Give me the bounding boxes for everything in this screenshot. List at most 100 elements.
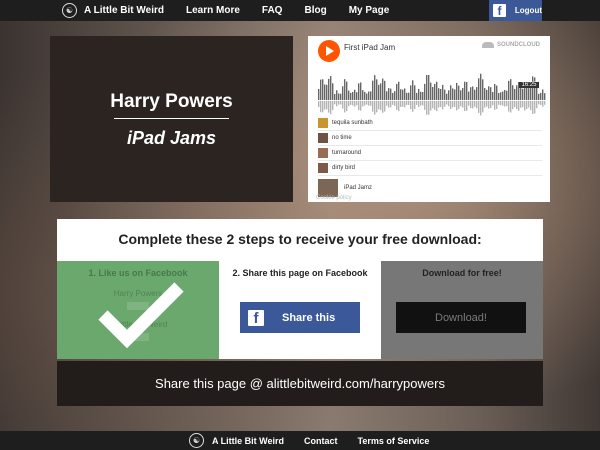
- waveform-bar: [514, 88, 516, 100]
- waveform-bar: [366, 93, 368, 100]
- waveform-bar-reflection: [464, 101, 466, 112]
- brand[interactable]: ☯ A Little Bit Weird: [62, 3, 164, 18]
- track-thumbnail: [318, 118, 328, 128]
- waveform-bar: [378, 84, 380, 100]
- waveform-bar-reflection: [432, 101, 434, 109]
- waveform-bar: [448, 90, 450, 100]
- waveform-bar-reflection: [318, 101, 320, 108]
- waveform-bar: [480, 73, 482, 100]
- waveform-bar-reflection: [514, 101, 516, 108]
- waveform-bar-reflection: [518, 101, 520, 111]
- nav-learn-more[interactable]: Learn More: [186, 5, 240, 16]
- track-thumbnail: [318, 148, 328, 158]
- waveform-bar: [510, 79, 512, 100]
- waveform-bar: [412, 80, 414, 100]
- nav-blog[interactable]: Blog: [304, 5, 326, 16]
- waveform-bar-reflection: [346, 101, 348, 112]
- album-title: iPad Jams: [126, 128, 217, 148]
- waveform-bar: [500, 92, 502, 100]
- waveform-bar-reflection: [402, 101, 404, 107]
- track-row[interactable]: turnaround: [318, 146, 542, 161]
- share-url-banner: Share this page @ alittlebitweird.com/ha…: [57, 361, 543, 406]
- waveform-bar-reflection: [320, 101, 322, 113]
- footer-terms-link[interactable]: Terms of Service: [358, 436, 430, 446]
- track-title[interactable]: First iPad Jam: [344, 43, 395, 52]
- waveform-bar: [338, 93, 340, 100]
- waveform-bar-reflection: [492, 101, 494, 106]
- waveform-bar-reflection: [480, 101, 482, 116]
- play-icon[interactable]: [318, 40, 340, 62]
- waveform-bar: [450, 85, 452, 100]
- track-row[interactable]: dirty bird: [318, 161, 542, 176]
- waveform-bar-reflection: [520, 101, 522, 108]
- waveform-bar-reflection: [330, 101, 332, 115]
- waveform-bar: [392, 92, 394, 100]
- waveform-bar-reflection: [378, 101, 380, 110]
- waveform-bar-reflection: [428, 101, 430, 115]
- waveform-bar-reflection: [512, 101, 514, 110]
- waveform-bar-reflection: [472, 101, 474, 109]
- waveform-bar: [318, 89, 320, 100]
- cookie-policy-link[interactable]: Cookie policy: [316, 195, 352, 201]
- waveform-bar-reflection: [394, 101, 396, 106]
- waveform-bar-reflection: [406, 101, 408, 105]
- nav-my-page[interactable]: My Page: [349, 5, 390, 16]
- waveform-bar-reflection: [350, 101, 352, 105]
- facebook-share-button[interactable]: f Share this: [240, 302, 360, 333]
- waveform-bar: [330, 76, 332, 100]
- waveform-bar: [438, 88, 440, 100]
- share-button-label: Share this: [282, 311, 336, 324]
- waveform-bar-reflection: [462, 101, 464, 108]
- waveform-bar: [326, 84, 328, 100]
- footer-brand[interactable]: A Little Bit Weird: [212, 436, 284, 446]
- artist-name: Harry Powers: [110, 91, 233, 112]
- download-button[interactable]: Download!: [396, 302, 526, 333]
- waveform-bar-reflection: [340, 101, 342, 105]
- waveform-bar-reflection: [442, 101, 444, 110]
- track-name: dirty bird: [332, 165, 356, 171]
- playlist-name: iPad Jamz: [344, 184, 373, 191]
- waveform-bar: [386, 91, 388, 100]
- track-row[interactable]: no time: [318, 131, 542, 146]
- waveform-bar: [476, 87, 478, 100]
- waveform-bar: [388, 88, 390, 100]
- waveform-bar-reflection: [496, 101, 498, 109]
- waveform-bar: [506, 90, 508, 100]
- waveform-bar-reflection: [398, 101, 400, 112]
- waveform-bar: [486, 89, 488, 100]
- soundcloud-logo[interactable]: SOUNDCLOUD: [482, 42, 540, 48]
- waveform-bar: [454, 89, 456, 100]
- nav-faq[interactable]: FAQ: [262, 5, 283, 16]
- waveform-bar: [396, 83, 398, 100]
- waveform-bar: [340, 93, 342, 100]
- logout-button[interactable]: f Logout: [489, 0, 542, 21]
- waveform-bar-reflection: [508, 101, 510, 112]
- waveform-bar-reflection: [466, 101, 468, 111]
- waveform-bar-reflection: [380, 101, 382, 111]
- waveform-bar-reflection: [478, 101, 480, 113]
- waveform-bar: [542, 89, 544, 100]
- waveform-bar-reflection: [414, 101, 416, 110]
- waveform-bar: [512, 85, 514, 100]
- track-row[interactable]: tequila sunbath: [318, 116, 542, 131]
- waveform-bar-reflection: [522, 101, 524, 108]
- waveform-bar: [544, 93, 546, 100]
- track-name: tequila sunbath: [332, 120, 373, 126]
- waveform-bar: [390, 88, 392, 100]
- waveform-bar-reflection: [420, 101, 422, 106]
- waveform-bar: [364, 91, 366, 100]
- footer-contact-link[interactable]: Contact: [304, 436, 338, 446]
- footer-logo-icon: ☯: [189, 433, 204, 448]
- track-duration: 16:25: [519, 82, 539, 88]
- waveform-bar-reflection: [334, 101, 336, 105]
- waveform-bar: [346, 81, 348, 100]
- waveform-bar: [352, 91, 354, 100]
- waveform-bar: [446, 93, 448, 100]
- waveform-bar-reflection: [400, 101, 402, 107]
- waveform-bar: [474, 89, 476, 100]
- waveform-bar: [464, 81, 466, 100]
- waveform-bar: [418, 88, 420, 100]
- waveform-bar-reflection: [530, 101, 532, 111]
- waveform-bar: [354, 89, 356, 100]
- waveform-bar: [322, 79, 324, 100]
